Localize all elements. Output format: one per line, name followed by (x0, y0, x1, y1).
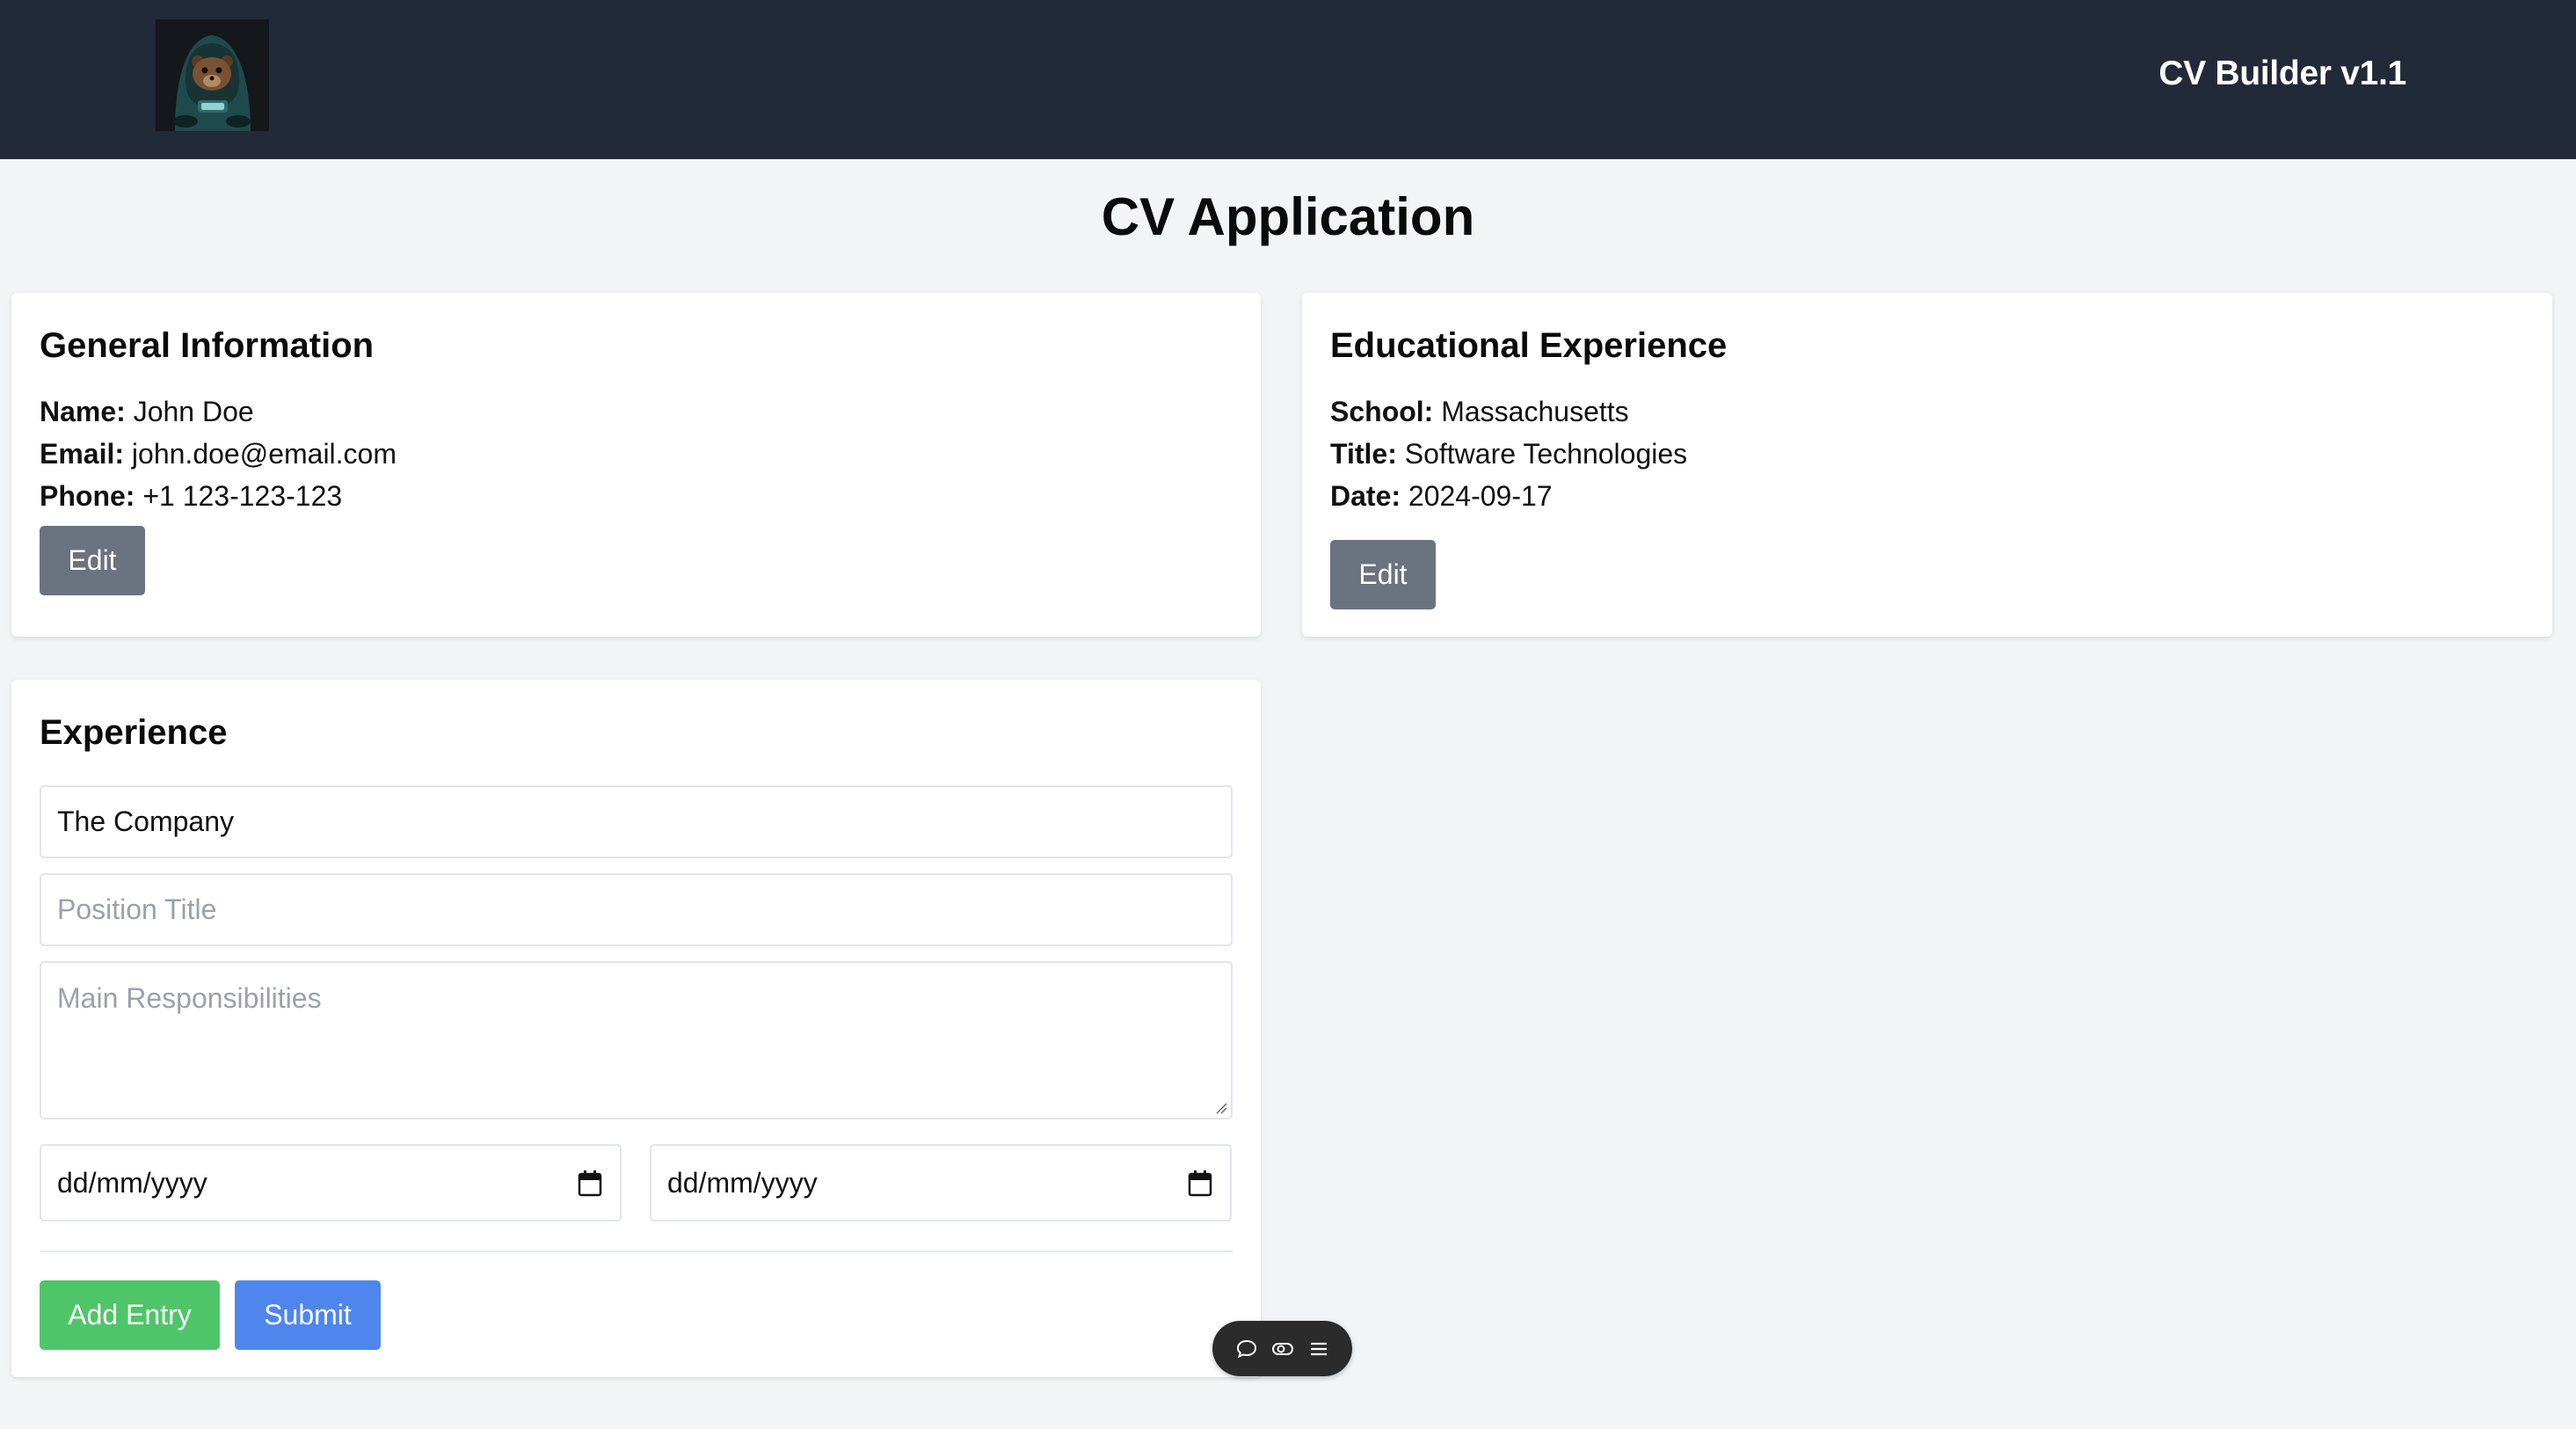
edit-general-button[interactable]: Edit (40, 526, 145, 595)
date-row: Date: 2024-09-17 (1330, 480, 1553, 513)
educational-experience-card: Educational Experience School: Massachus… (1302, 293, 2552, 637)
divider (40, 1250, 1233, 1252)
title-value: Software Technologies (1404, 438, 1688, 470)
date-value: 2024-09-17 (1408, 480, 1553, 512)
app-brand-title: CV Builder v1.1 (2158, 55, 2406, 92)
responsibilities-placeholder: Main Responsibilities (57, 982, 322, 1014)
edit-education-button[interactable]: Edit (1330, 540, 1436, 609)
company-input[interactable]: The Company (40, 785, 1233, 858)
page-title: CV Application (1101, 187, 1475, 246)
company-input-value: The Company (57, 806, 234, 837)
menu-icon[interactable] (1307, 1338, 1330, 1360)
phone-label: Phone: (40, 480, 135, 512)
name-row: Name: John Doe (40, 396, 254, 428)
resize-grip-icon[interactable] (1215, 1102, 1227, 1114)
add-entry-button[interactable]: Add Entry (40, 1280, 220, 1350)
section-title: General Information (40, 326, 375, 365)
start-date-input[interactable]: dd/mm/yyyy (40, 1144, 622, 1221)
date-label: Date: (1330, 480, 1401, 512)
floating-toolbar (1212, 1321, 1352, 1376)
email-label: Email: (40, 438, 125, 470)
phone-row: Phone: +1 123-123-123 (40, 480, 342, 513)
general-information-card: General Information Name: John Doe Email… (11, 293, 1261, 637)
chat-bubble-icon[interactable] (1235, 1338, 1258, 1360)
section-title: Experience (40, 713, 228, 752)
responsibilities-textarea[interactable]: Main Responsibilities (40, 961, 1233, 1119)
title-label: Title: (1330, 438, 1397, 470)
name-value: John Doe (133, 396, 254, 427)
experience-card: Experience The Company Position Title Ma… (11, 680, 1261, 1377)
section-title: Educational Experience (1330, 326, 1728, 365)
phone-value: +1 123-123-123 (142, 480, 343, 512)
position-title-placeholder: Position Title (57, 893, 217, 925)
bear-hoodie-logo[interactable] (156, 19, 269, 131)
email-row: Email: john.doe@email.com (40, 438, 397, 470)
position-title-input[interactable]: Position Title (40, 873, 1233, 946)
school-row: School: Massachusetts (1330, 396, 1629, 428)
school-label: School: (1330, 396, 1434, 427)
end-date-input[interactable]: dd/mm/yyyy (650, 1144, 1232, 1221)
title-row: Title: Software Technologies (1330, 438, 1687, 470)
name-label: Name: (40, 396, 126, 427)
top-navbar: CV Builder v1.1 (0, 0, 2576, 159)
start-date-placeholder: dd/mm/yyyy (57, 1166, 207, 1199)
calendar-icon[interactable] (578, 1170, 602, 1197)
end-date-placeholder: dd/mm/yyyy (667, 1166, 818, 1199)
submit-button[interactable]: Submit (235, 1280, 381, 1350)
email-value: john.doe@email.com (131, 438, 397, 470)
toggle-view-icon[interactable] (1271, 1338, 1294, 1360)
calendar-icon[interactable] (1188, 1170, 1212, 1197)
logo-image (156, 19, 269, 131)
school-value: Massachusetts (1441, 396, 1629, 427)
